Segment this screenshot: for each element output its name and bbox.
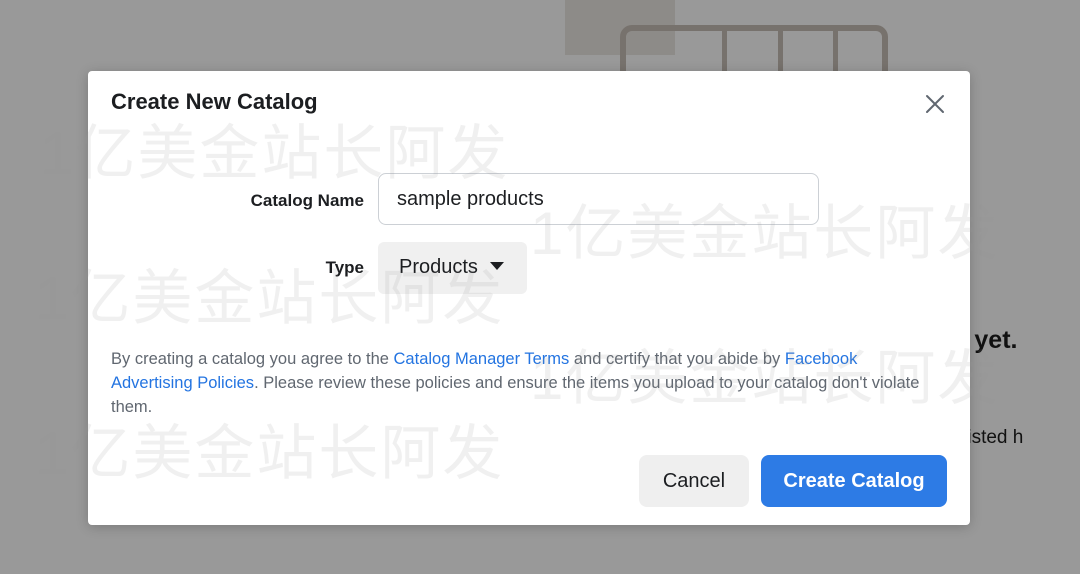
type-selected-value: Products xyxy=(399,256,478,278)
catalog-name-input[interactable] xyxy=(378,173,819,225)
close-icon[interactable] xyxy=(922,91,948,117)
terms-text: By creating a catalog you agree to the C… xyxy=(111,347,931,419)
type-dropdown[interactable]: Products xyxy=(378,242,527,294)
create-catalog-dialog: Create New Catalog Catalog Name Type Pro… xyxy=(88,71,970,525)
terms-prefix: By creating a catalog you agree to the xyxy=(111,350,394,368)
empty-state-title: ogs yet. xyxy=(923,326,1018,354)
create-catalog-button[interactable]: Create Catalog xyxy=(761,455,947,507)
catalog-name-label: Catalog Name xyxy=(250,191,364,210)
cancel-button[interactable]: Cancel xyxy=(639,455,749,507)
dialog-title: Create New Catalog xyxy=(111,89,318,114)
catalog-manager-terms-link[interactable]: Catalog Manager Terms xyxy=(394,350,570,368)
caret-down-icon xyxy=(489,262,504,270)
empty-state-description: ll be listed h xyxy=(923,427,1024,448)
type-label: Type xyxy=(325,258,364,277)
terms-middle: and certify that you abide by xyxy=(569,350,785,368)
